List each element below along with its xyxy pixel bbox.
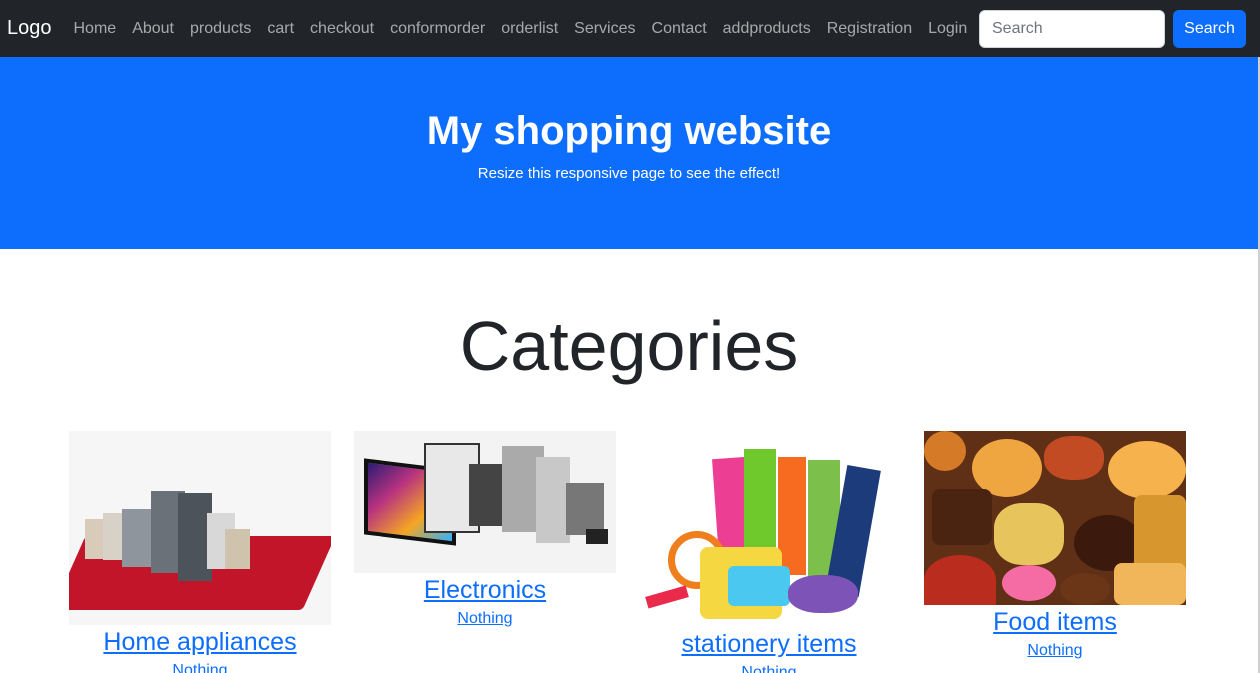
food-items-link[interactable]: Food items bbox=[924, 607, 1186, 637]
food-items-image bbox=[924, 431, 1186, 605]
home-appliances-nothing-link[interactable]: Nothing bbox=[69, 661, 331, 673]
category-card-home-appliances: Home appliances Nothing bbox=[69, 431, 331, 673]
category-card-electronics: Electronics Nothing bbox=[354, 431, 616, 629]
category-card-stationery-items: stationery items Nothing bbox=[638, 431, 900, 673]
nav-link-orderlist[interactable]: orderlist bbox=[501, 20, 558, 38]
categories-title: Categories bbox=[459, 307, 799, 385]
stationery-items-nothing-link[interactable]: Nothing bbox=[638, 663, 900, 673]
top-navbar: Logo Home About products cart checkout c… bbox=[0, 0, 1260, 57]
nav-link-addproducts[interactable]: addproducts bbox=[723, 20, 811, 38]
nav-link-login[interactable]: Login bbox=[928, 20, 967, 38]
electronics-nothing-link[interactable]: Nothing bbox=[354, 609, 616, 629]
search-button[interactable]: Search bbox=[1173, 10, 1246, 48]
site-logo[interactable]: Logo bbox=[7, 17, 52, 40]
electronics-image bbox=[354, 431, 616, 573]
stationery-items-image bbox=[638, 431, 900, 627]
nav-link-cart[interactable]: cart bbox=[267, 20, 294, 38]
hero-subtitle: Resize this responsive page to see the e… bbox=[477, 165, 781, 182]
nav-link-conformorder[interactable]: conformorder bbox=[390, 20, 485, 38]
home-appliances-link[interactable]: Home appliances bbox=[69, 627, 331, 657]
nav-link-contact[interactable]: Contact bbox=[652, 20, 707, 38]
nav-link-home[interactable]: Home bbox=[74, 20, 117, 38]
food-items-nothing-link[interactable]: Nothing bbox=[924, 641, 1186, 661]
web-page: Logo Home About products cart checkout c… bbox=[0, 0, 1260, 673]
search-form: Search bbox=[979, 10, 1246, 48]
nav-link-checkout[interactable]: checkout bbox=[310, 20, 374, 38]
home-appliances-image bbox=[69, 431, 331, 625]
hero-title: My shopping website bbox=[426, 109, 832, 153]
nav-links: Home About products cart checkout confor… bbox=[74, 20, 984, 38]
nav-link-products[interactable]: products bbox=[190, 20, 251, 38]
nav-link-services[interactable]: Services bbox=[574, 20, 635, 38]
stationery-items-link[interactable]: stationery items bbox=[638, 629, 900, 659]
search-input[interactable] bbox=[979, 10, 1165, 48]
nav-link-registration[interactable]: Registration bbox=[827, 20, 912, 38]
electronics-link[interactable]: Electronics bbox=[354, 575, 616, 605]
hero-banner: My shopping website Resize this responsi… bbox=[0, 57, 1258, 249]
nav-link-about[interactable]: About bbox=[132, 20, 174, 38]
category-card-food-items: Food items Nothing bbox=[924, 431, 1186, 661]
